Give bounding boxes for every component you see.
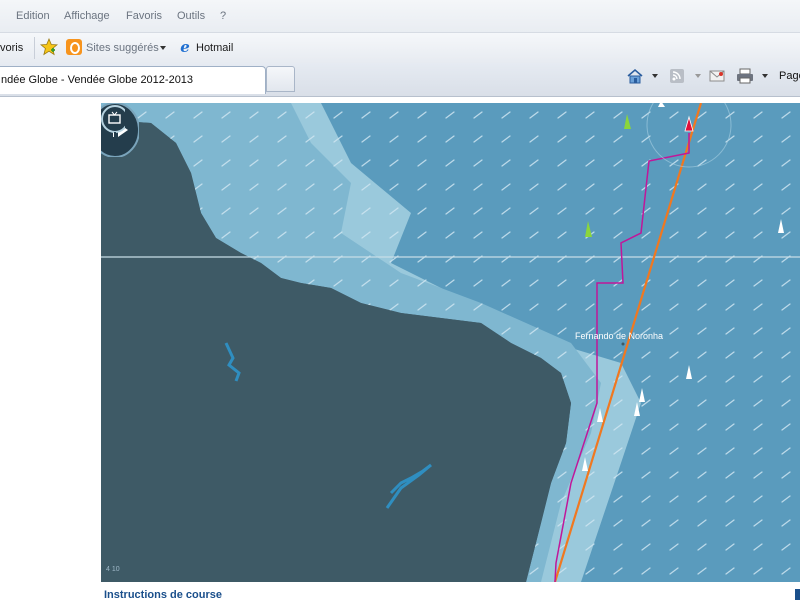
home-dropdown-icon[interactable]: [652, 74, 658, 78]
menu-edition[interactable]: Edition: [16, 10, 50, 22]
print-icon[interactable]: [736, 68, 754, 84]
favorites-button[interactable]: voris: [0, 42, 23, 54]
ie-icon[interactable]: e: [177, 39, 193, 55]
island-label: Fernando de Noronha: [575, 331, 664, 341]
mail-icon[interactable]: [708, 68, 726, 84]
print-dropdown-icon[interactable]: [762, 74, 768, 78]
page-menu-button[interactable]: Page: [779, 70, 800, 82]
new-tab-button[interactable]: [266, 66, 295, 92]
tab-vendee-globe[interactable]: ndée Globe - Vendée Globe 2012-2013: [0, 66, 266, 94]
hotmail-link[interactable]: Hotmail: [196, 42, 233, 54]
map-canvas: [101, 103, 800, 582]
chevron-down-icon[interactable]: [160, 46, 166, 50]
menu-bar: Edition Affichage Favoris Outils ?: [0, 0, 800, 33]
feed-dropdown-icon[interactable]: [695, 74, 701, 78]
home-icon[interactable]: [626, 68, 644, 84]
footer-right-element[interactable]: [795, 589, 800, 600]
toolbar-separator: [34, 37, 35, 59]
menu-affichage[interactable]: Affichage: [64, 10, 110, 22]
suggested-sites-button[interactable]: Sites suggérés: [86, 42, 159, 54]
add-favorite-star-icon[interactable]: [40, 38, 58, 56]
favorites-bar: voris Sites suggérés Hotmail: [0, 33, 800, 64]
tab-title: ndée Globe - Vendée Globe 2012-2013: [1, 74, 194, 86]
tv-button[interactable]: [101, 103, 125, 141]
map-corner-text: 4 10: [106, 566, 120, 573]
menu-favoris[interactable]: Favoris: [126, 10, 162, 22]
race-instructions-link[interactable]: Instructions de course: [104, 589, 222, 601]
island-marker: [621, 342, 625, 346]
rss-feed-icon[interactable]: [668, 68, 686, 84]
menu-help[interactable]: ?: [220, 10, 226, 22]
race-map[interactable]: 4 10 Fernando de Noronha: [101, 103, 800, 582]
menu-outils[interactable]: Outils: [177, 10, 205, 22]
suggested-sites-icon[interactable]: [66, 39, 82, 55]
